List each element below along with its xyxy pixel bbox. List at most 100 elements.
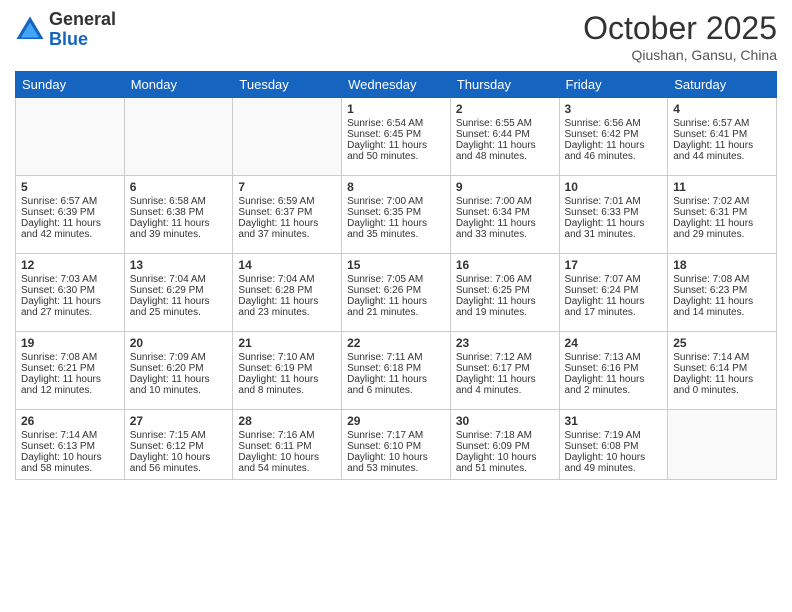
cell-info: and 31 minutes. bbox=[565, 229, 663, 240]
cell-info: and 27 minutes. bbox=[21, 307, 119, 318]
calendar-cell: 19Sunrise: 7:08 AMSunset: 6:21 PMDayligh… bbox=[16, 332, 125, 410]
calendar-cell: 12Sunrise: 7:03 AMSunset: 6:30 PMDayligh… bbox=[16, 254, 125, 332]
cell-info: and 0 minutes. bbox=[673, 385, 771, 396]
week-row-3: 19Sunrise: 7:08 AMSunset: 6:21 PMDayligh… bbox=[16, 332, 777, 410]
cell-info: Sunrise: 7:00 AM bbox=[347, 196, 445, 207]
cell-info: Daylight: 11 hours bbox=[238, 218, 336, 229]
cell-info: Sunrise: 7:08 AM bbox=[673, 274, 771, 285]
day-number: 21 bbox=[238, 336, 336, 350]
cell-info: and 56 minutes. bbox=[130, 463, 228, 474]
cell-info: Sunset: 6:09 PM bbox=[456, 441, 554, 452]
header-thursday: Thursday bbox=[450, 72, 559, 98]
cell-info: Sunset: 6:24 PM bbox=[565, 285, 663, 296]
cell-info: Daylight: 11 hours bbox=[456, 296, 554, 307]
cell-info: Sunrise: 6:58 AM bbox=[130, 196, 228, 207]
calendar-cell: 21Sunrise: 7:10 AMSunset: 6:19 PMDayligh… bbox=[233, 332, 342, 410]
cell-info: Sunrise: 7:01 AM bbox=[565, 196, 663, 207]
calendar-cell: 23Sunrise: 7:12 AMSunset: 6:17 PMDayligh… bbox=[450, 332, 559, 410]
cell-info: Sunrise: 7:13 AM bbox=[565, 352, 663, 363]
header-friday: Friday bbox=[559, 72, 668, 98]
calendar-cell: 10Sunrise: 7:01 AMSunset: 6:33 PMDayligh… bbox=[559, 176, 668, 254]
calendar-header-row: Sunday Monday Tuesday Wednesday Thursday… bbox=[16, 72, 777, 98]
cell-info: Daylight: 11 hours bbox=[673, 140, 771, 151]
logo: General Blue bbox=[15, 10, 116, 50]
cell-info: Sunset: 6:12 PM bbox=[130, 441, 228, 452]
cell-info: Sunrise: 7:12 AM bbox=[456, 352, 554, 363]
cell-info: and 17 minutes. bbox=[565, 307, 663, 318]
calendar-cell: 15Sunrise: 7:05 AMSunset: 6:26 PMDayligh… bbox=[342, 254, 451, 332]
cell-info: and 12 minutes. bbox=[21, 385, 119, 396]
cell-info: Sunrise: 6:54 AM bbox=[347, 118, 445, 129]
calendar-cell: 6Sunrise: 6:58 AMSunset: 6:38 PMDaylight… bbox=[124, 176, 233, 254]
cell-info: Sunset: 6:39 PM bbox=[21, 207, 119, 218]
cell-info: and 8 minutes. bbox=[238, 385, 336, 396]
cell-info: Daylight: 11 hours bbox=[347, 374, 445, 385]
calendar-cell: 24Sunrise: 7:13 AMSunset: 6:16 PMDayligh… bbox=[559, 332, 668, 410]
cell-info: Sunrise: 7:19 AM bbox=[565, 430, 663, 441]
logo-icon bbox=[15, 15, 45, 45]
cell-info: Sunset: 6:18 PM bbox=[347, 363, 445, 374]
cell-info: Daylight: 11 hours bbox=[673, 296, 771, 307]
day-number: 19 bbox=[21, 336, 119, 350]
cell-info: Sunset: 6:29 PM bbox=[130, 285, 228, 296]
cell-info: Daylight: 10 hours bbox=[21, 452, 119, 463]
cell-info: Daylight: 11 hours bbox=[456, 140, 554, 151]
cell-info: Sunset: 6:08 PM bbox=[565, 441, 663, 452]
cell-info: Sunset: 6:14 PM bbox=[673, 363, 771, 374]
day-number: 8 bbox=[347, 180, 445, 194]
cell-info: Daylight: 10 hours bbox=[456, 452, 554, 463]
cell-info: Daylight: 11 hours bbox=[347, 218, 445, 229]
cell-info: and 42 minutes. bbox=[21, 229, 119, 240]
calendar-cell: 2Sunrise: 6:55 AMSunset: 6:44 PMDaylight… bbox=[450, 98, 559, 176]
calendar-cell: 9Sunrise: 7:00 AMSunset: 6:34 PMDaylight… bbox=[450, 176, 559, 254]
day-number: 29 bbox=[347, 414, 445, 428]
day-number: 23 bbox=[456, 336, 554, 350]
cell-info: and 2 minutes. bbox=[565, 385, 663, 396]
cell-info: and 21 minutes. bbox=[347, 307, 445, 318]
cell-info: and 58 minutes. bbox=[21, 463, 119, 474]
calendar-cell: 20Sunrise: 7:09 AMSunset: 6:20 PMDayligh… bbox=[124, 332, 233, 410]
day-number: 2 bbox=[456, 102, 554, 116]
cell-info: Sunrise: 7:11 AM bbox=[347, 352, 445, 363]
day-number: 11 bbox=[673, 180, 771, 194]
cell-info: Sunrise: 7:03 AM bbox=[21, 274, 119, 285]
cell-info: Sunrise: 7:04 AM bbox=[238, 274, 336, 285]
cell-info: Daylight: 11 hours bbox=[21, 218, 119, 229]
day-number: 5 bbox=[21, 180, 119, 194]
calendar-cell: 16Sunrise: 7:06 AMSunset: 6:25 PMDayligh… bbox=[450, 254, 559, 332]
cell-info: and 25 minutes. bbox=[130, 307, 228, 318]
cell-info: and 51 minutes. bbox=[456, 463, 554, 474]
cell-info: and 54 minutes. bbox=[238, 463, 336, 474]
page: General Blue October 2025 Qiushan, Gansu… bbox=[0, 0, 792, 612]
cell-info: and 37 minutes. bbox=[238, 229, 336, 240]
cell-info: Sunset: 6:41 PM bbox=[673, 129, 771, 140]
week-row-0: 1Sunrise: 6:54 AMSunset: 6:45 PMDaylight… bbox=[16, 98, 777, 176]
cell-info: Daylight: 11 hours bbox=[565, 296, 663, 307]
cell-info: and 53 minutes. bbox=[347, 463, 445, 474]
cell-info: and 19 minutes. bbox=[456, 307, 554, 318]
calendar-cell: 28Sunrise: 7:16 AMSunset: 6:11 PMDayligh… bbox=[233, 410, 342, 480]
cell-info: and 23 minutes. bbox=[238, 307, 336, 318]
week-row-2: 12Sunrise: 7:03 AMSunset: 6:30 PMDayligh… bbox=[16, 254, 777, 332]
cell-info: Sunset: 6:42 PM bbox=[565, 129, 663, 140]
calendar-cell: 31Sunrise: 7:19 AMSunset: 6:08 PMDayligh… bbox=[559, 410, 668, 480]
day-number: 1 bbox=[347, 102, 445, 116]
day-number: 24 bbox=[565, 336, 663, 350]
calendar-cell: 7Sunrise: 6:59 AMSunset: 6:37 PMDaylight… bbox=[233, 176, 342, 254]
cell-info: Sunset: 6:10 PM bbox=[347, 441, 445, 452]
cell-info: Daylight: 10 hours bbox=[347, 452, 445, 463]
calendar-cell bbox=[124, 98, 233, 176]
cell-info: Sunrise: 6:57 AM bbox=[673, 118, 771, 129]
cell-info: and 44 minutes. bbox=[673, 151, 771, 162]
cell-info: Sunset: 6:33 PM bbox=[565, 207, 663, 218]
week-row-1: 5Sunrise: 6:57 AMSunset: 6:39 PMDaylight… bbox=[16, 176, 777, 254]
calendar-cell bbox=[668, 410, 777, 480]
day-number: 27 bbox=[130, 414, 228, 428]
logo-general: General bbox=[49, 9, 116, 29]
day-number: 14 bbox=[238, 258, 336, 272]
cell-info: Sunset: 6:38 PM bbox=[130, 207, 228, 218]
cell-info: Sunrise: 6:55 AM bbox=[456, 118, 554, 129]
cell-info: Sunrise: 7:14 AM bbox=[21, 430, 119, 441]
week-row-4: 26Sunrise: 7:14 AMSunset: 6:13 PMDayligh… bbox=[16, 410, 777, 480]
calendar-cell: 1Sunrise: 6:54 AMSunset: 6:45 PMDaylight… bbox=[342, 98, 451, 176]
